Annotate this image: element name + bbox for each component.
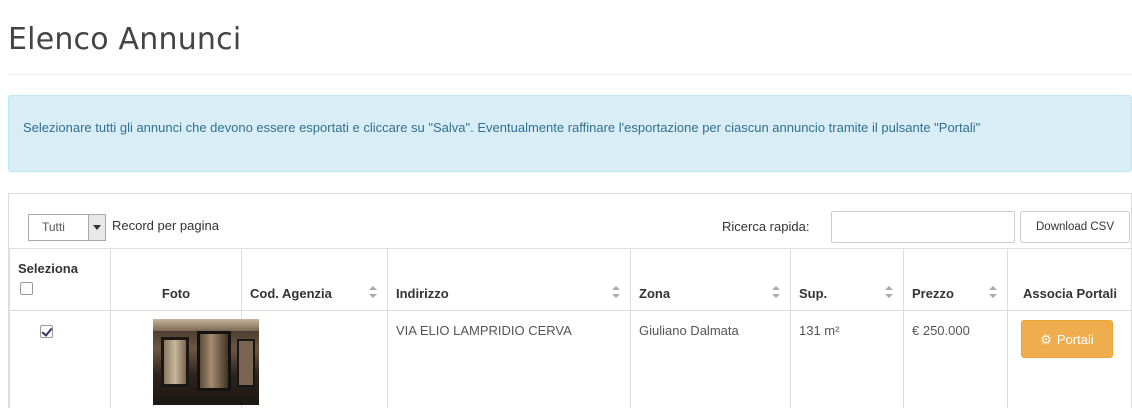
listing-panel: Tutti Record per pagina Ricerca rapida: … [8,193,1132,408]
column-label-zone: Zona [639,286,671,301]
column-header-zone[interactable]: Zona [630,248,791,311]
column-label-price: Prezzo [912,286,954,301]
page-size-value: Tutti [42,220,65,234]
portali-button-label: Portali [1056,331,1094,347]
column-label-surface: Sup. [799,286,828,301]
listing-photo[interactable] [153,319,259,405]
column-label-address: Indirizzo [396,286,449,301]
alert-text: Selezionare tutti gli annunci che devono… [23,120,981,135]
cell-surface: 131 m² [790,310,904,408]
column-header-surface[interactable]: Sup. [790,248,904,311]
table-toolbar: Tutti Record per pagina Ricerca rapida: … [9,194,1131,248]
sort-icon[interactable] [369,286,377,298]
column-label-portals: Associa Portali [1023,286,1117,301]
listings-table: Seleziona Foto Cod. Agenzia Indirizzo Zo… [9,248,1132,408]
search-label: Ricerca rapida: [722,219,810,234]
column-header-price[interactable]: Prezzo [903,248,1008,311]
cell-zone: Giuliano Dalmata [630,310,791,408]
select-all-checkbox[interactable] [20,282,33,295]
cogs-icon: ⚙ [1040,331,1052,347]
column-header-address[interactable]: Indirizzo [387,248,631,311]
cell-price: € 250.000 [903,310,1008,408]
sort-icon[interactable] [989,286,997,298]
cell-photo [110,310,259,408]
portali-button[interactable]: ⚙ Portali [1021,320,1113,358]
cell-select [9,310,111,408]
download-csv-button[interactable]: Download CSV [1020,211,1130,243]
column-label-photo: Foto [161,286,191,301]
row-select-checkbox[interactable] [40,325,53,338]
column-label-select: Seleziona [18,261,78,276]
column-label-agency-code: Cod. Agenzia [250,286,332,301]
cell-portals: ⚙ Portali [1007,310,1132,408]
sort-icon[interactable] [612,286,620,298]
column-header-select: Seleziona [9,248,111,311]
cell-agency-code [241,310,388,408]
cell-address: VIA ELIO LAMPRIDIO CERVA [387,310,631,408]
column-header-agency-code[interactable]: Cod. Agenzia [241,248,388,311]
column-header-photo: Foto [110,248,242,311]
table-header-row: Seleziona Foto Cod. Agenzia Indirizzo Zo… [9,248,1132,311]
page-size-select[interactable]: Tutti [28,214,106,241]
sort-icon[interactable] [772,286,780,298]
sort-icon[interactable] [885,286,893,298]
chevron-down-icon[interactable] [88,215,105,240]
column-header-portals: Associa Portali [1007,248,1132,311]
page-title: Elenco Annunci [8,22,242,57]
search-input[interactable] [831,211,1015,243]
info-alert: Selezionare tutti gli annunci che devono… [8,95,1132,172]
table-row: VIA ELIO LAMPRIDIO CERVA Giuliano Dalmat… [9,310,1132,408]
title-divider [8,74,1132,75]
page-size-label: Record per pagina [112,218,219,233]
